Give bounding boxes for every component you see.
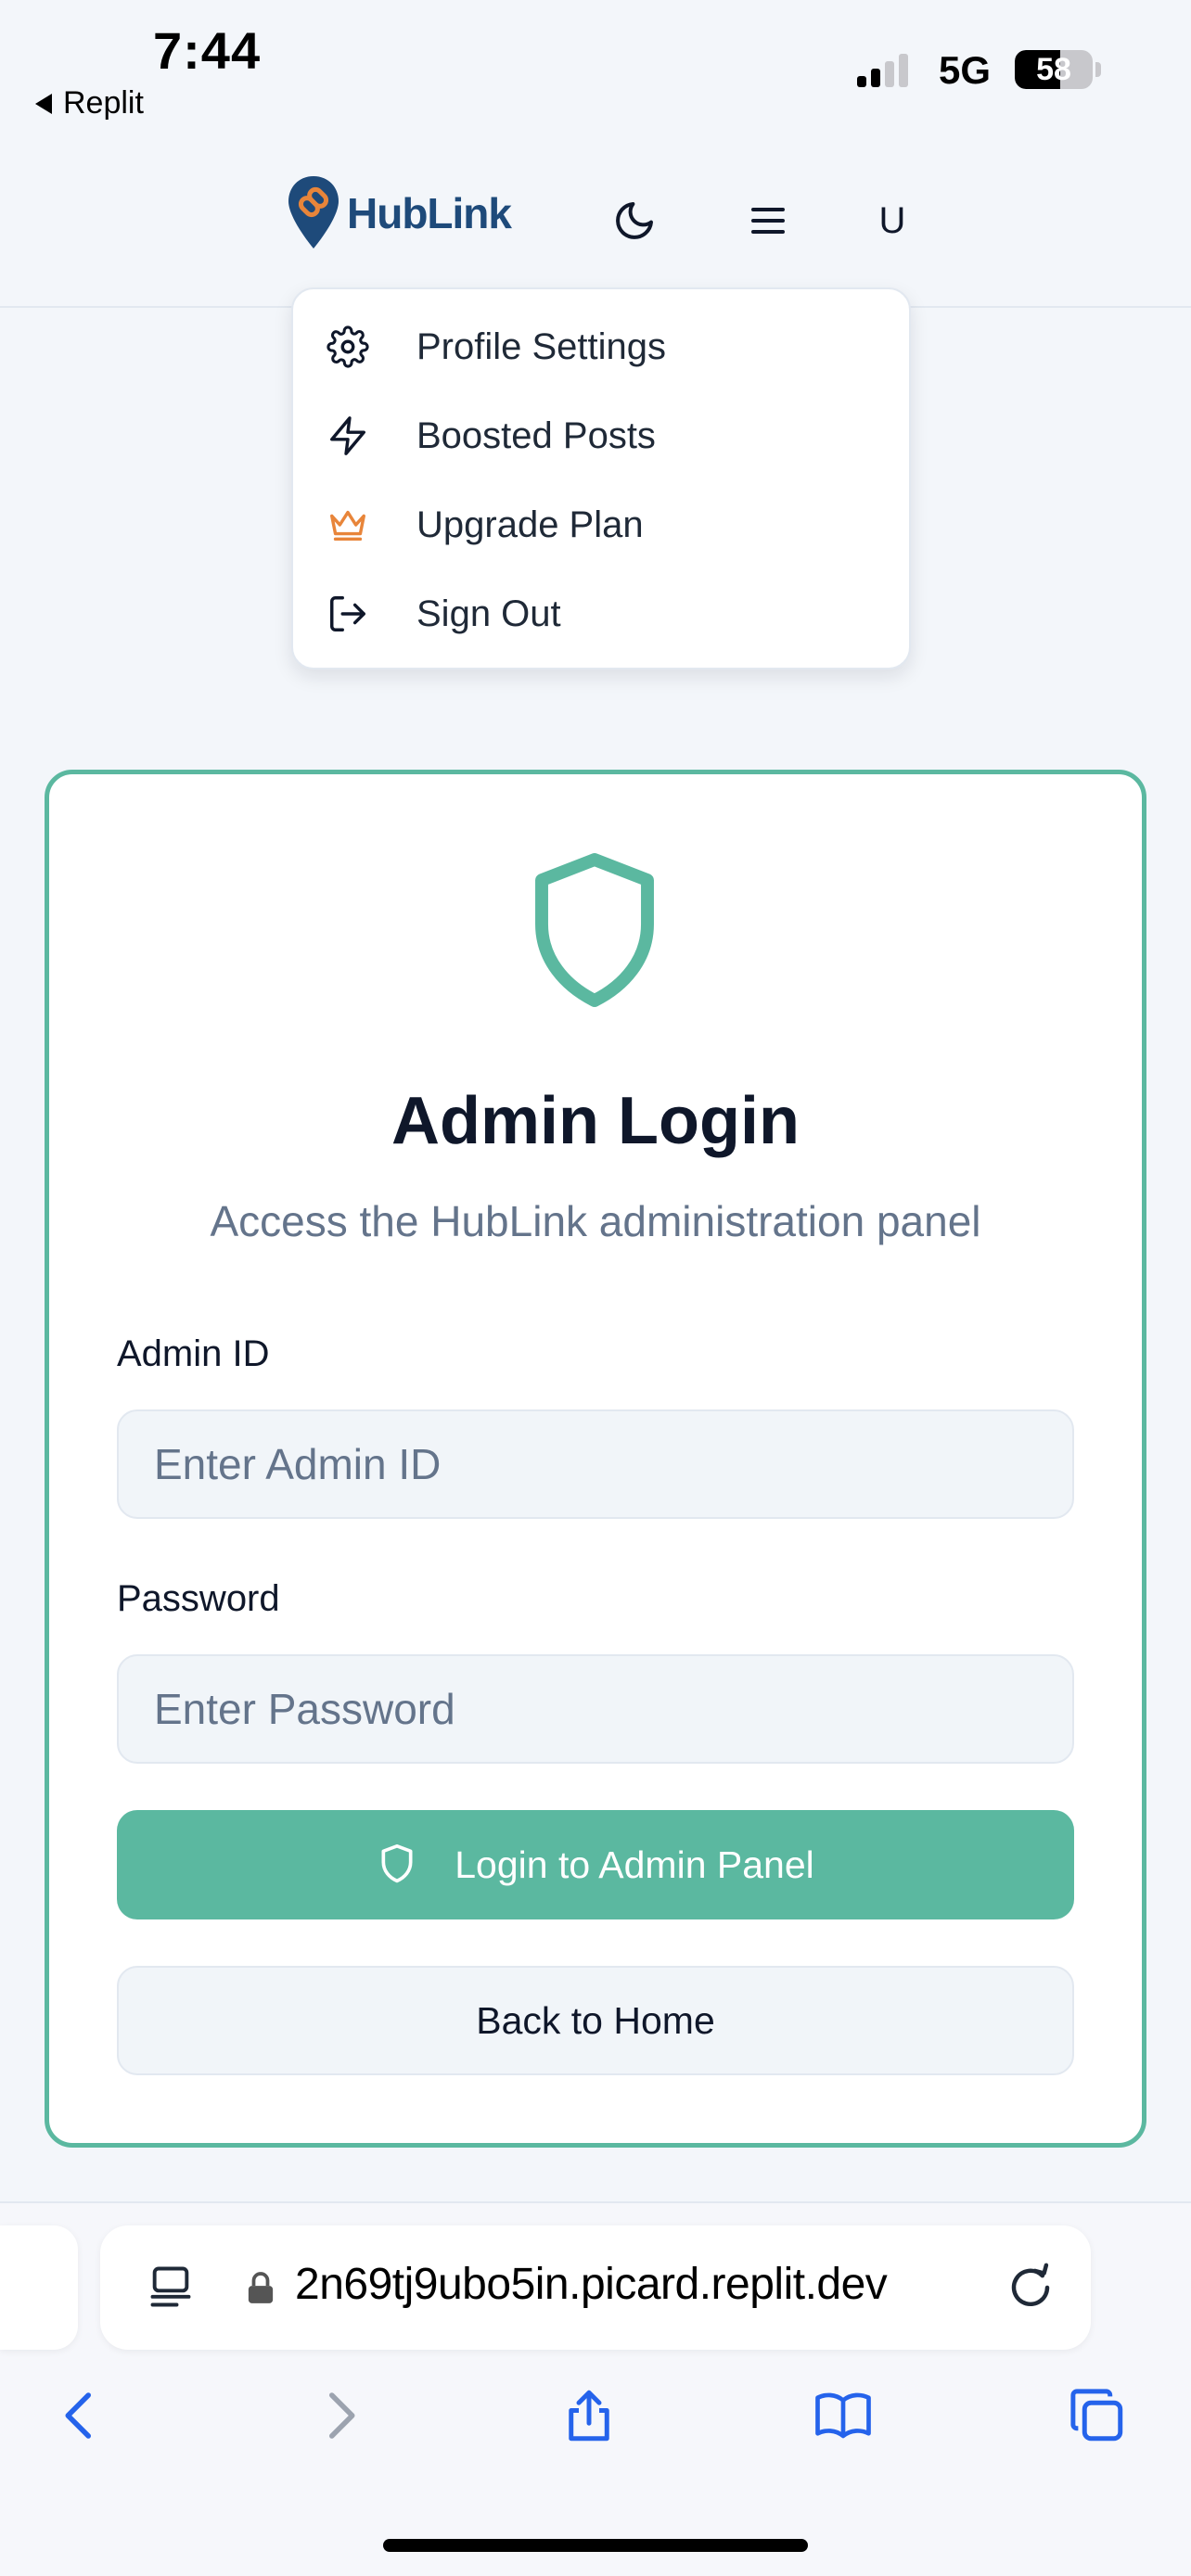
moon-icon (616, 202, 653, 239)
menu-item-sign-out[interactable]: Sign Out (293, 569, 909, 658)
logo-text: HubLink (347, 189, 512, 237)
gear-icon (327, 325, 369, 368)
logout-icon (330, 596, 365, 631)
menu-item-boosted-posts[interactable]: Boosted Posts (293, 391, 909, 480)
back-to-home-button[interactable]: Back to Home (117, 1966, 1074, 2075)
battery-icon: 58 (1015, 50, 1093, 89)
back-arrow-icon[interactable] (50, 2385, 111, 2446)
back-app-label: Replit (63, 85, 144, 121)
password-label: Password (117, 1578, 280, 1619)
shield-icon (535, 853, 654, 1007)
network-type: 5G (939, 48, 992, 92)
user-dropdown-menu: Profile Settings Boosted Posts Upgrade P… (291, 287, 911, 670)
login-button[interactable]: Login to Admin Panel (117, 1810, 1074, 1919)
menu-item-label: Profile Settings (416, 325, 667, 367)
location-pin-logo-icon (288, 176, 339, 249)
admin-id-label: Admin ID (117, 1333, 270, 1374)
admin-id-input[interactable] (117, 1409, 1074, 1519)
hamburger-icon (751, 208, 785, 234)
tabs-icon[interactable] (1067, 2385, 1128, 2446)
menu-item-label: Boosted Posts (416, 414, 656, 456)
reload-icon[interactable] (1005, 2263, 1056, 2313)
bookmarks-icon[interactable] (813, 2385, 874, 2446)
theme-toggle-button[interactable] (605, 191, 664, 250)
reader-mode-icon[interactable] (147, 2261, 195, 2313)
battery-cap (1095, 62, 1101, 77)
back-to-app-link[interactable]: Replit (35, 85, 144, 121)
password-input[interactable] (117, 1654, 1074, 1764)
forward-arrow-icon[interactable] (309, 2385, 370, 2446)
menu-button[interactable] (738, 191, 798, 250)
status-time: 7:44 (153, 21, 262, 80)
page-title: Admin Login (391, 1084, 800, 1158)
signal-icon (857, 54, 908, 87)
share-icon[interactable] (558, 2385, 620, 2446)
previous-tab-edge[interactable] (0, 2225, 78, 2350)
menu-item-label: Upgrade Plan (416, 504, 644, 545)
menu-item-upgrade-plan[interactable]: Upgrade Plan (293, 480, 909, 569)
crown-icon (330, 510, 365, 542)
url-text: 2n69tj9ubo5in.picard.replit.dev (295, 2260, 888, 2309)
login-button-label: Login to Admin Panel (455, 1843, 814, 1886)
lightning-icon (330, 416, 365, 455)
user-avatar-button[interactable]: U (863, 191, 922, 250)
shield-icon (381, 1844, 413, 1883)
app-header (0, 139, 1191, 308)
back-triangle-icon (35, 93, 52, 114)
home-indicator[interactable] (383, 2539, 808, 2552)
menu-item-label: Sign Out (416, 593, 561, 634)
menu-item-profile-settings[interactable]: Profile Settings (293, 302, 909, 391)
hublink-logo[interactable]: HubLink (286, 174, 512, 252)
lock-icon (248, 2272, 274, 2303)
page-subtitle: Access the HubLink administration panel (210, 1197, 981, 1245)
battery-level: 58 (1036, 52, 1071, 87)
